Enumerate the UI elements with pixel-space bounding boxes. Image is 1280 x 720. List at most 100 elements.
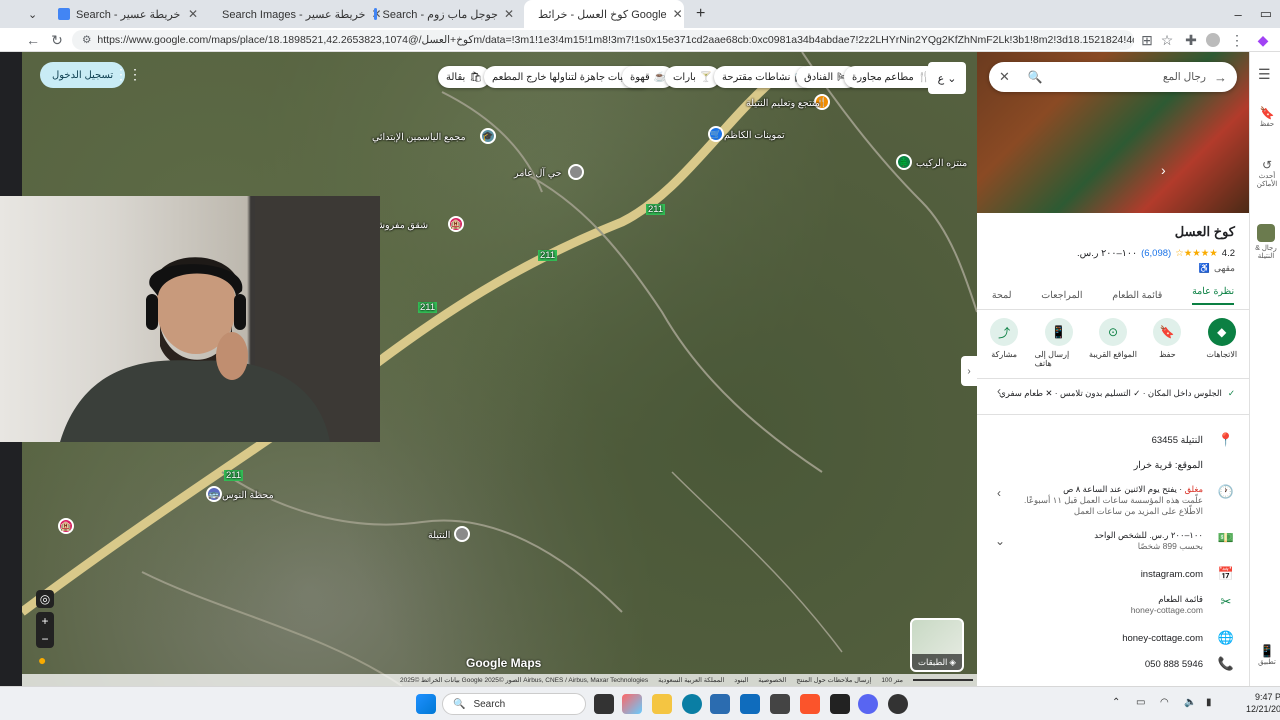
hotel-pin-icon[interactable]: 🏨: [58, 518, 74, 534]
footer-link-feedback[interactable]: إرسال ملاحظات حول المنتج: [796, 676, 871, 684]
menu-row[interactable]: قائمة الطعام honey-cottage.com ✂: [977, 594, 1235, 616]
taskbar-search[interactable]: 🔍 Search: [442, 693, 586, 715]
tab-overview[interactable]: نظرة عامة: [1192, 286, 1235, 305]
profile-avatar[interactable]: [1202, 29, 1224, 51]
rail-recent[interactable]: ↺ أحدث الأماكن: [1254, 158, 1280, 188]
apartment-pin-icon[interactable]: 🏨: [448, 216, 464, 232]
school-pin-icon[interactable]: 🎓: [480, 128, 496, 144]
search-input[interactable]: رجال المع: [1043, 71, 1206, 83]
tab-reviews[interactable]: المراجعات: [1041, 290, 1082, 301]
copilot-icon[interactable]: ◆: [1252, 29, 1274, 51]
phone-row[interactable]: 050 888 5946 📞: [977, 656, 1235, 672]
discord-icon[interactable]: [858, 694, 878, 714]
restore-icon[interactable]: ▭: [1260, 6, 1272, 22]
map-collapse-toggle[interactable]: ع ⌄: [928, 62, 966, 94]
url-text: https://www.google.com/maps/place/كوخ+ال…: [97, 34, 1134, 46]
footer-link-privacy[interactable]: الخصوصية: [758, 676, 786, 684]
review-count[interactable]: (6,098): [1141, 248, 1171, 259]
more-menu-icon[interactable]: ⋮: [1226, 29, 1248, 51]
apps-grid-icon[interactable]: ⋮⋮: [114, 66, 142, 84]
amenities-row[interactable]: ✓ الجلوس داخل المكان · ✓ التسليم بدون تل…: [999, 388, 1235, 399]
park-pin-icon[interactable]: 🌲: [896, 154, 912, 170]
close-icon[interactable]: ✕: [999, 69, 1010, 85]
sign-in-button[interactable]: تسجيل الدخول: [40, 62, 126, 88]
chip-bars[interactable]: بارات 🍸: [665, 66, 721, 88]
reload-icon[interactable]: ↻: [46, 29, 68, 51]
layers-toggle[interactable]: الطبقات ◈: [910, 618, 964, 672]
tab-1[interactable]: Search - خريطة عسير ✕: [50, 0, 206, 28]
store-pin-icon[interactable]: 🛒: [708, 126, 724, 142]
minimize-icon[interactable]: –: [1234, 7, 1241, 22]
bus-pin-icon[interactable]: 🚌: [206, 486, 222, 502]
chip-grocery[interactable]: بقالة 🛍: [438, 66, 490, 88]
collapse-panel-button[interactable]: ›: [961, 356, 977, 386]
search-box[interactable]: ✕ 🔍 رجال المع →: [989, 62, 1237, 92]
directions-button[interactable]: ◆ الاتجاهات: [1198, 318, 1246, 368]
store-icon[interactable]: [710, 694, 730, 714]
new-tab-button[interactable]: +: [688, 0, 710, 28]
recorder-icon[interactable]: [888, 694, 908, 714]
place-pin-icon[interactable]: [454, 526, 470, 542]
close-icon[interactable]: ✕: [504, 7, 514, 21]
chevron-down-icon[interactable]: ⌄: [995, 534, 1005, 548]
price-row[interactable]: ١٠٠–٢٠٠ ر.س. للشخص الواحد بحسب 899 شخصًا…: [977, 530, 1235, 552]
outlook-icon[interactable]: [740, 694, 760, 714]
save-button[interactable]: 🔖 حفظ: [1143, 318, 1191, 368]
pegman-icon[interactable]: ●: [38, 652, 52, 670]
start-button-icon[interactable]: [416, 694, 436, 714]
route-211-marker: 211: [224, 470, 244, 481]
tab-4-active[interactable]: كوخ العسل - خرائط Google ✕: [524, 0, 684, 28]
close-icon[interactable]: ✕: [673, 7, 683, 21]
volume-icon[interactable]: 🔈: [1184, 697, 1196, 708]
my-location-icon[interactable]: ◎: [36, 590, 54, 608]
search-icon[interactable]: 🔍: [1028, 70, 1043, 84]
clock[interactable]: 9:47 P 12/21/20: [1246, 691, 1280, 715]
site-info-icon[interactable]: ⚙: [82, 34, 91, 46]
zoom-in-button[interactable]: +: [36, 612, 54, 630]
rail-saved[interactable]: 🔖 حفظ: [1254, 106, 1280, 128]
chevron-left-icon[interactable]: ‹: [997, 486, 1001, 500]
route-211-marker: 211: [418, 302, 438, 313]
photo-next-icon[interactable]: ›: [1161, 162, 1166, 178]
share-button[interactable]: ⤴ مشاركة: [980, 318, 1028, 368]
file-explorer-icon[interactable]: [652, 694, 672, 714]
battery-icon[interactable]: ▮: [1206, 697, 1212, 708]
bookmark-star-icon[interactable]: ☆: [1156, 29, 1178, 51]
copilot-taskbar-icon[interactable]: [622, 694, 642, 714]
zoom-out-button[interactable]: −: [36, 630, 54, 648]
task-view-icon[interactable]: [594, 694, 614, 714]
menu-icon[interactable]: ☰: [1258, 66, 1271, 83]
chip-restaurants[interactable]: مطاعم مجاورة 🍴: [844, 66, 939, 88]
address-bar[interactable]: ⚙ https://www.google.com/maps/place/كوخ+…: [72, 30, 1134, 50]
tab-2[interactable]: Search Images - خريطة عسير ✕: [208, 0, 382, 28]
footer-link-country[interactable]: المملكة العربية السعودية: [658, 676, 724, 684]
extensions-icon[interactable]: ✚: [1180, 29, 1202, 51]
app-icon[interactable]: [830, 694, 850, 714]
tab-menu[interactable]: قائمة الطعام: [1112, 290, 1162, 301]
brave-icon[interactable]: [800, 694, 820, 714]
edge-icon[interactable]: [682, 694, 702, 714]
tray-chevron-icon[interactable]: ⌃: [1112, 697, 1120, 708]
install-app-icon[interactable]: ⊞: [1136, 29, 1158, 51]
nearby-button[interactable]: ⊙ المواقع القريبة: [1089, 318, 1137, 368]
send-to-phone-button[interactable]: 📱 إرسال إلى هاتف: [1035, 318, 1083, 368]
hours-row[interactable]: مغلق · يفتح يوم الاثنين عند الساعة ٨ ص ع…: [977, 484, 1235, 517]
back-icon[interactable]: ←: [22, 29, 44, 51]
chevron-left-icon[interactable]: ‹: [997, 384, 1001, 398]
rail-place[interactable]: رجال & النتيلة: [1252, 224, 1280, 260]
website-row[interactable]: honey-cottage.com 🌐: [977, 630, 1235, 646]
directions-arrow-icon[interactable]: →: [1214, 70, 1227, 85]
tab-3[interactable]: Search - جوجل ماب زوم ✕: [366, 0, 522, 28]
area-pin-icon[interactable]: [568, 164, 584, 180]
category-row: مقهى ♿: [1198, 263, 1235, 273]
instagram-row[interactable]: instagram.com 📅: [977, 566, 1235, 582]
wifi-icon[interactable]: ◠: [1160, 697, 1169, 708]
address-row[interactable]: 63455 النتيلة 📍: [977, 432, 1235, 448]
footer-link-terms[interactable]: البنود: [734, 676, 748, 684]
obs-icon[interactable]: [770, 694, 790, 714]
network-icon[interactable]: ▭: [1136, 697, 1145, 708]
close-icon[interactable]: ✕: [188, 7, 198, 21]
tab-list-button[interactable]: ⌄: [20, 0, 42, 28]
tab-about[interactable]: لمحة: [992, 290, 1012, 301]
rail-get-app[interactable]: 📱 تطبيق: [1254, 644, 1280, 666]
